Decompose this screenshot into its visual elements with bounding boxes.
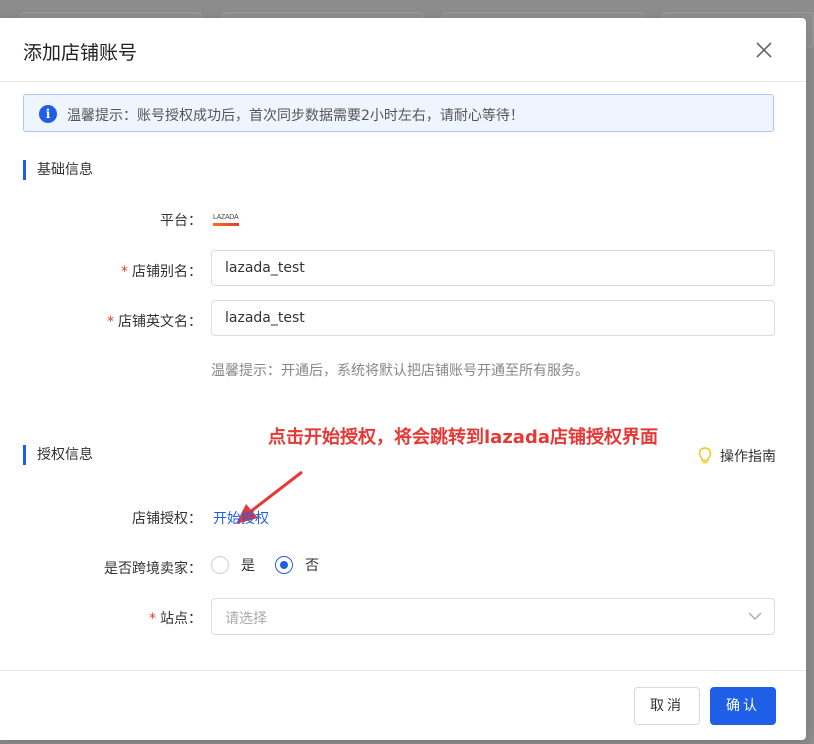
- chevron-down-icon: [748, 612, 762, 620]
- required-mark: *: [107, 314, 114, 330]
- operation-guide-label: 操作指南: [720, 449, 776, 465]
- basic-hint: 温馨提示：开通后，系统将默认把店铺账号开通至所有服务。: [211, 363, 589, 379]
- info-icon: i: [39, 105, 57, 123]
- store-english-name-label-text: 店铺英文名：: [118, 314, 202, 330]
- radio-yes-circle[interactable]: [211, 556, 229, 574]
- platform-label: 平台：: [160, 213, 202, 229]
- section-title-auth: 授权信息: [23, 445, 93, 465]
- lightbulb-icon: [698, 447, 712, 464]
- site-select-placeholder: 请选择: [225, 611, 267, 627]
- section-title-basic: 基础信息: [23, 160, 93, 180]
- lazada-logo-bar: [213, 223, 239, 226]
- store-alias-label: * 店铺别名：: [22, 261, 202, 281]
- store-alias-input[interactable]: lazada_test: [211, 250, 775, 286]
- lazada-logo-text: LAZADA: [213, 214, 239, 221]
- add-store-account-dialog: 添加店铺账号 i 温馨提示：账号授权成功后，首次同步数据需要2小时左右，请耐心等…: [0, 18, 806, 740]
- store-english-name-label: * 店铺英文名：: [22, 311, 202, 331]
- required-mark: *: [121, 264, 128, 280]
- modal-header: 添加店铺账号: [0, 18, 806, 82]
- cross-border-radio-group: 是 否: [211, 555, 339, 575]
- radio-no-label: 否: [305, 558, 319, 574]
- notice-text: 温馨提示：账号授权成功后，首次同步数据需要2小时左右，请耐心等待！: [67, 108, 524, 124]
- radio-yes[interactable]: 是: [211, 555, 255, 575]
- radio-no-circle[interactable]: [275, 556, 293, 574]
- confirm-button[interactable]: 确认: [710, 687, 776, 725]
- site-label-text: 站点：: [160, 611, 202, 627]
- close-icon[interactable]: [754, 40, 774, 60]
- lazada-logo: LAZADA: [213, 214, 243, 228]
- operation-guide-link[interactable]: 操作指南: [698, 446, 776, 466]
- radio-no[interactable]: 否: [275, 555, 319, 575]
- modal-title: 添加店铺账号: [23, 42, 138, 64]
- store-auth-label: 店铺授权：: [132, 511, 202, 527]
- store-alias-label-text: 店铺别名：: [132, 264, 202, 280]
- annotation-text: 点击开始授权，将会跳转到lazada店铺授权界面: [268, 427, 658, 448]
- required-mark: *: [149, 611, 156, 627]
- start-auth-link[interactable]: 开始授权: [213, 508, 269, 528]
- store-english-name-input[interactable]: lazada_test: [211, 300, 775, 336]
- radio-yes-label: 是: [241, 558, 255, 574]
- cross-border-label: 是否跨境卖家：: [104, 561, 202, 577]
- footer-divider: [0, 670, 806, 671]
- cancel-button[interactable]: 取消: [634, 687, 700, 725]
- notice-banner: i 温馨提示：账号授权成功后，首次同步数据需要2小时左右，请耐心等待！: [23, 94, 774, 132]
- site-label: * 站点：: [22, 608, 202, 628]
- site-select[interactable]: 请选择: [211, 598, 775, 635]
